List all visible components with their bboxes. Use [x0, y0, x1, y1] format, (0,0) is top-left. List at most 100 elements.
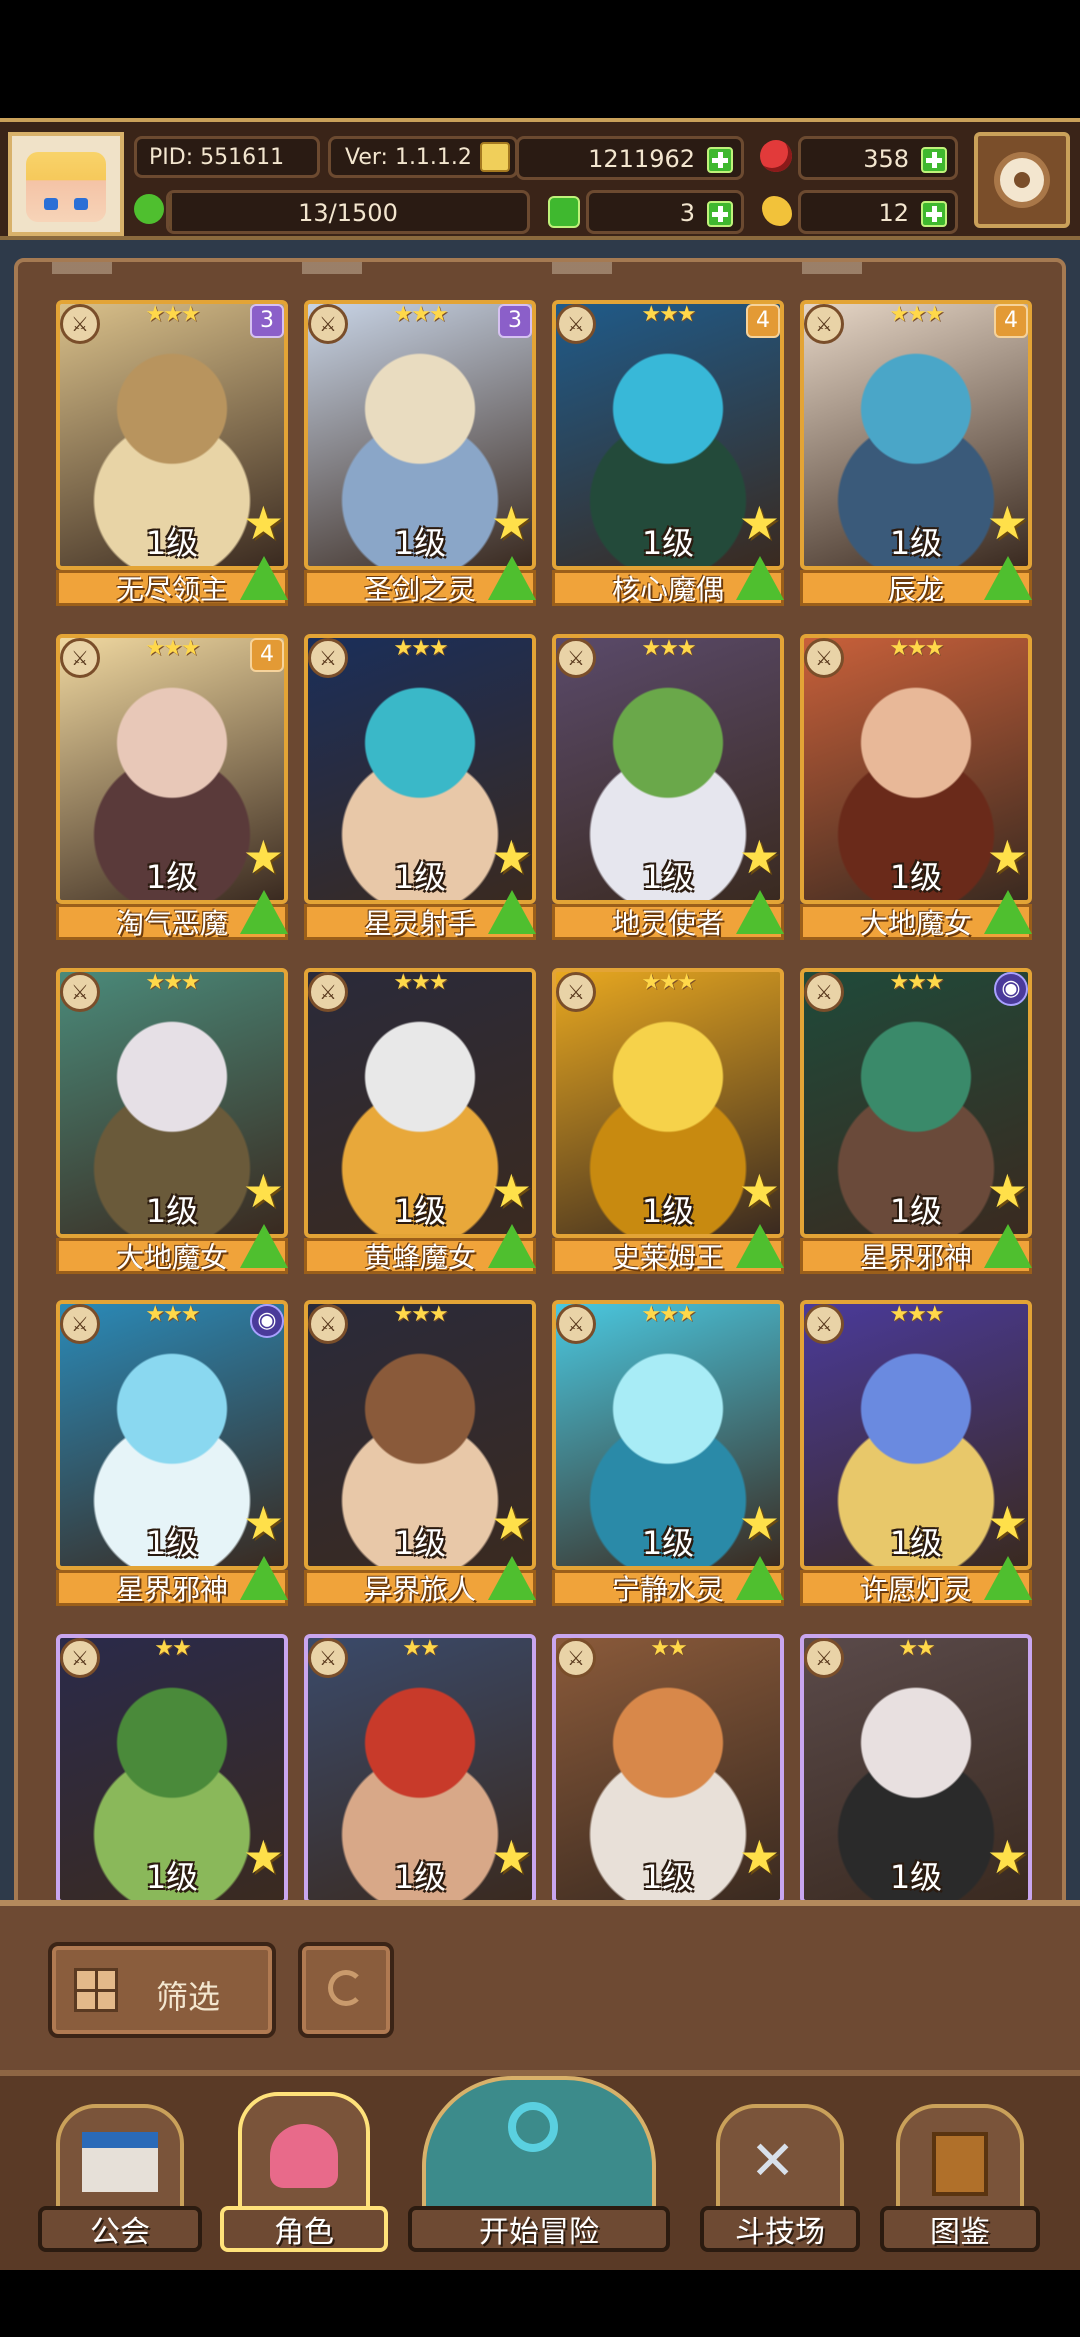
star-upgrade-icon: ★: [738, 1496, 780, 1550]
book-icon: [932, 2132, 988, 2196]
add-gem-button[interactable]: [921, 147, 947, 173]
character-name: 地灵使者: [611, 907, 724, 940]
gold-counter: 1211962: [516, 136, 744, 180]
character-card[interactable]: ⚔ ★★★ 1级 ★ 许愿灯灵: [800, 1300, 1032, 1606]
nav-guild[interactable]: 公会: [38, 2104, 202, 2252]
star-upgrade-icon: ★: [490, 1830, 532, 1884]
meat-counter: 12: [798, 190, 958, 234]
filter-controls: 筛选: [0, 1900, 1080, 2070]
star-upgrade-icon: ★: [242, 1164, 284, 1218]
star-upgrade-icon: ★: [986, 1496, 1028, 1550]
character-name: 史莱姆王: [611, 1241, 724, 1274]
character-card[interactable]: ⚔ ★★★ 1级 ★ 宁静水灵: [552, 1300, 784, 1606]
nav-character[interactable]: 角色: [220, 2092, 388, 2252]
settings-button[interactable]: [974, 132, 1070, 228]
gem-amount: 358: [863, 145, 909, 173]
gold-amount: 1211962: [588, 145, 695, 173]
top-header: PID: 551611 Ver: 1.1.1.2 1211962 358 13/…: [0, 118, 1080, 240]
star-upgrade-icon: ★: [986, 1830, 1028, 1884]
character-card[interactable]: ⚔ ★★★ 1级 ★ 大地魔女: [800, 634, 1032, 940]
pid-display: PID: 551611: [134, 136, 320, 178]
character-name: 异界旅人: [363, 1573, 476, 1606]
awaken-badge: 4: [994, 304, 1028, 338]
rarity-stars: ★★★: [889, 636, 944, 661]
character-name: 大地魔女: [115, 1241, 228, 1274]
scrolled-names-row: [52, 262, 1032, 274]
awaken-badge: 4: [250, 638, 284, 672]
character-name: 宁静水灵: [611, 1573, 724, 1606]
rarity-stars: ★★: [154, 1636, 191, 1661]
version-text: Ver: 1.1.1.2: [345, 144, 472, 170]
gold-coin-icon: [480, 142, 510, 172]
rarity-stars: ★★: [898, 1636, 935, 1661]
add-gold-button[interactable]: [707, 147, 733, 173]
character-card[interactable]: ⚔ ★★★ 4 1级 ★ 核心魔偶: [552, 300, 784, 606]
bottom-nav: 公会 角色 开始冒险 ✕ 斗技场 图鉴: [0, 2070, 1080, 2270]
nav-adventure[interactable]: 开始冒险: [408, 2076, 670, 2252]
level-up-arrow-icon: [488, 890, 536, 934]
character-card[interactable]: ⚔ ★★ 1级 ★: [304, 1634, 536, 1940]
avatar-face: [26, 152, 106, 222]
level-up-arrow-icon: [488, 556, 536, 600]
clover-counter: 3: [586, 190, 744, 234]
awaken-badge: 3: [250, 304, 284, 338]
character-card[interactable]: ⚔ ★★★ 1级 ★ 星灵射手: [304, 634, 536, 940]
character-panel: ⚔ ★★★ 3 1级 ★ 无尽领主 ⚔ ★★★ 3 1级 ★ 圣剑之灵 ⚔ ★★★ 4 1级 ★ 核心魔偶 ⚔ ★★★…: [0, 240, 1080, 1910]
rarity-stars: ★★★: [145, 970, 200, 995]
nav-codex[interactable]: 图鉴: [880, 2104, 1040, 2252]
character-card[interactable]: ⚔ ★★★ 1级 ★ 地灵使者: [552, 634, 784, 940]
character-card[interactable]: ⚔ ★★★ ◉ 1级 ★ 星界邪神: [56, 1300, 288, 1606]
add-clover-button[interactable]: [707, 201, 733, 227]
add-meat-button[interactable]: [921, 201, 947, 227]
star-upgrade-icon: ★: [490, 496, 532, 550]
character-name: 星灵射手: [363, 907, 476, 940]
character-name: 淘气恶魔: [115, 907, 228, 940]
rarity-stars: ★★★: [641, 970, 696, 995]
star-upgrade-icon: ★: [490, 1164, 532, 1218]
level-up-arrow-icon: [984, 556, 1032, 600]
clover-icon: [548, 196, 580, 228]
gear-icon: [1000, 158, 1044, 202]
grid-icon: [74, 1968, 118, 2012]
level-up-arrow-icon: [736, 1224, 784, 1268]
rarity-stars: ★★★: [393, 1302, 448, 1327]
character-card[interactable]: ⚔ ★★★ ◉ 1级 ★ 星界邪神: [800, 968, 1032, 1274]
star-upgrade-icon: ★: [242, 830, 284, 884]
character-card[interactable]: ⚔ ★★ 1级 ★: [552, 1634, 784, 1940]
exp-clover-icon: [134, 194, 164, 224]
character-name: 黄蜂魔女: [363, 1241, 476, 1274]
character-grid[interactable]: ⚔ ★★★ 3 1级 ★ 无尽领主 ⚔ ★★★ 3 1级 ★ 圣剑之灵 ⚔ ★★★ 4 1级 ★ 核心魔偶 ⚔ ★★★…: [36, 300, 1046, 1960]
rarity-stars: ★★: [650, 1636, 687, 1661]
character-name: 核心魔偶: [611, 573, 724, 606]
star-upgrade-icon: ★: [738, 496, 780, 550]
character-card[interactable]: ⚔ ★★★ 1级 ★ 史莱姆王: [552, 968, 784, 1274]
refresh-button[interactable]: [298, 1942, 394, 2038]
rarity-stars: ★★★: [889, 1302, 944, 1327]
character-card[interactable]: ⚔ ★★★ 4 1级 ★ 辰龙: [800, 300, 1032, 606]
orb-badge-icon: ◉: [994, 972, 1028, 1006]
player-avatar[interactable]: [8, 132, 124, 236]
orb-badge-icon: ◉: [250, 1304, 284, 1338]
nav-codex-label: 图鉴: [880, 2206, 1040, 2252]
filter-label: 筛选: [156, 1978, 221, 2016]
nav-arena[interactable]: ✕ 斗技场: [700, 2104, 860, 2252]
star-upgrade-icon: ★: [490, 1496, 532, 1550]
star-upgrade-icon: ★: [242, 496, 284, 550]
gem-counter: 358: [798, 136, 958, 180]
star-upgrade-icon: ★: [490, 830, 532, 884]
character-card[interactable]: ⚔ ★★★ 4 1级 ★ 淘气恶魔: [56, 634, 288, 940]
character-card[interactable]: ⚔ ★★★ 1级 ★ 黄蜂魔女: [304, 968, 536, 1274]
home-indicator-area: [0, 2270, 1080, 2337]
meat-icon: [762, 196, 792, 226]
exp-bar: 13/1500: [166, 190, 530, 234]
character-card[interactable]: ⚔ ★★★ 1级 ★ 异界旅人: [304, 1300, 536, 1606]
character-card[interactable]: ⚔ ★★ 1级 ★: [56, 1634, 288, 1940]
nav-guild-label: 公会: [38, 2206, 202, 2252]
character-card[interactable]: ⚔ ★★★ 3 1级 ★ 无尽领主: [56, 300, 288, 606]
character-card[interactable]: ⚔ ★★★ 1级 ★ 大地魔女: [56, 968, 288, 1274]
character-card[interactable]: ⚔ ★★★ 3 1级 ★ 圣剑之灵: [304, 300, 536, 606]
star-upgrade-icon: ★: [986, 1164, 1028, 1218]
filter-button[interactable]: 筛选: [48, 1942, 276, 2038]
level-up-arrow-icon: [488, 1556, 536, 1600]
character-card[interactable]: ⚔ ★★ 1级 ★: [800, 1634, 1032, 1940]
